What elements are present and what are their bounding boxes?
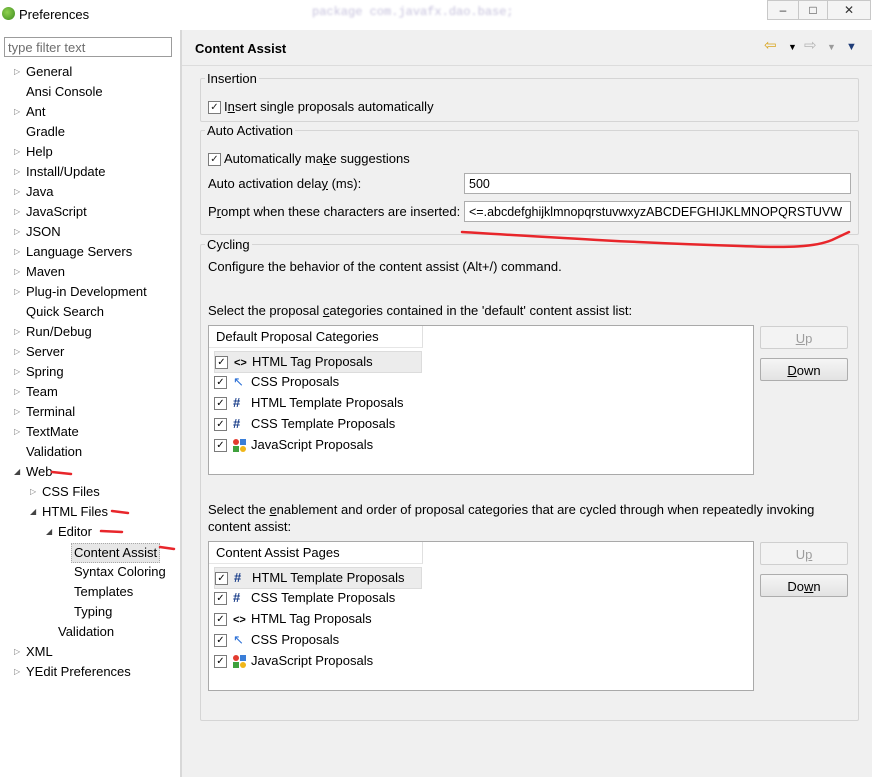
content-assist-underline-mark <box>158 545 176 551</box>
editor-underline-mark <box>99 529 124 534</box>
red-annotation-overlay <box>50 230 851 551</box>
prompt-underline-mark <box>460 230 851 249</box>
web-underline-mark <box>50 470 73 476</box>
html-files-underline-mark <box>110 509 130 515</box>
